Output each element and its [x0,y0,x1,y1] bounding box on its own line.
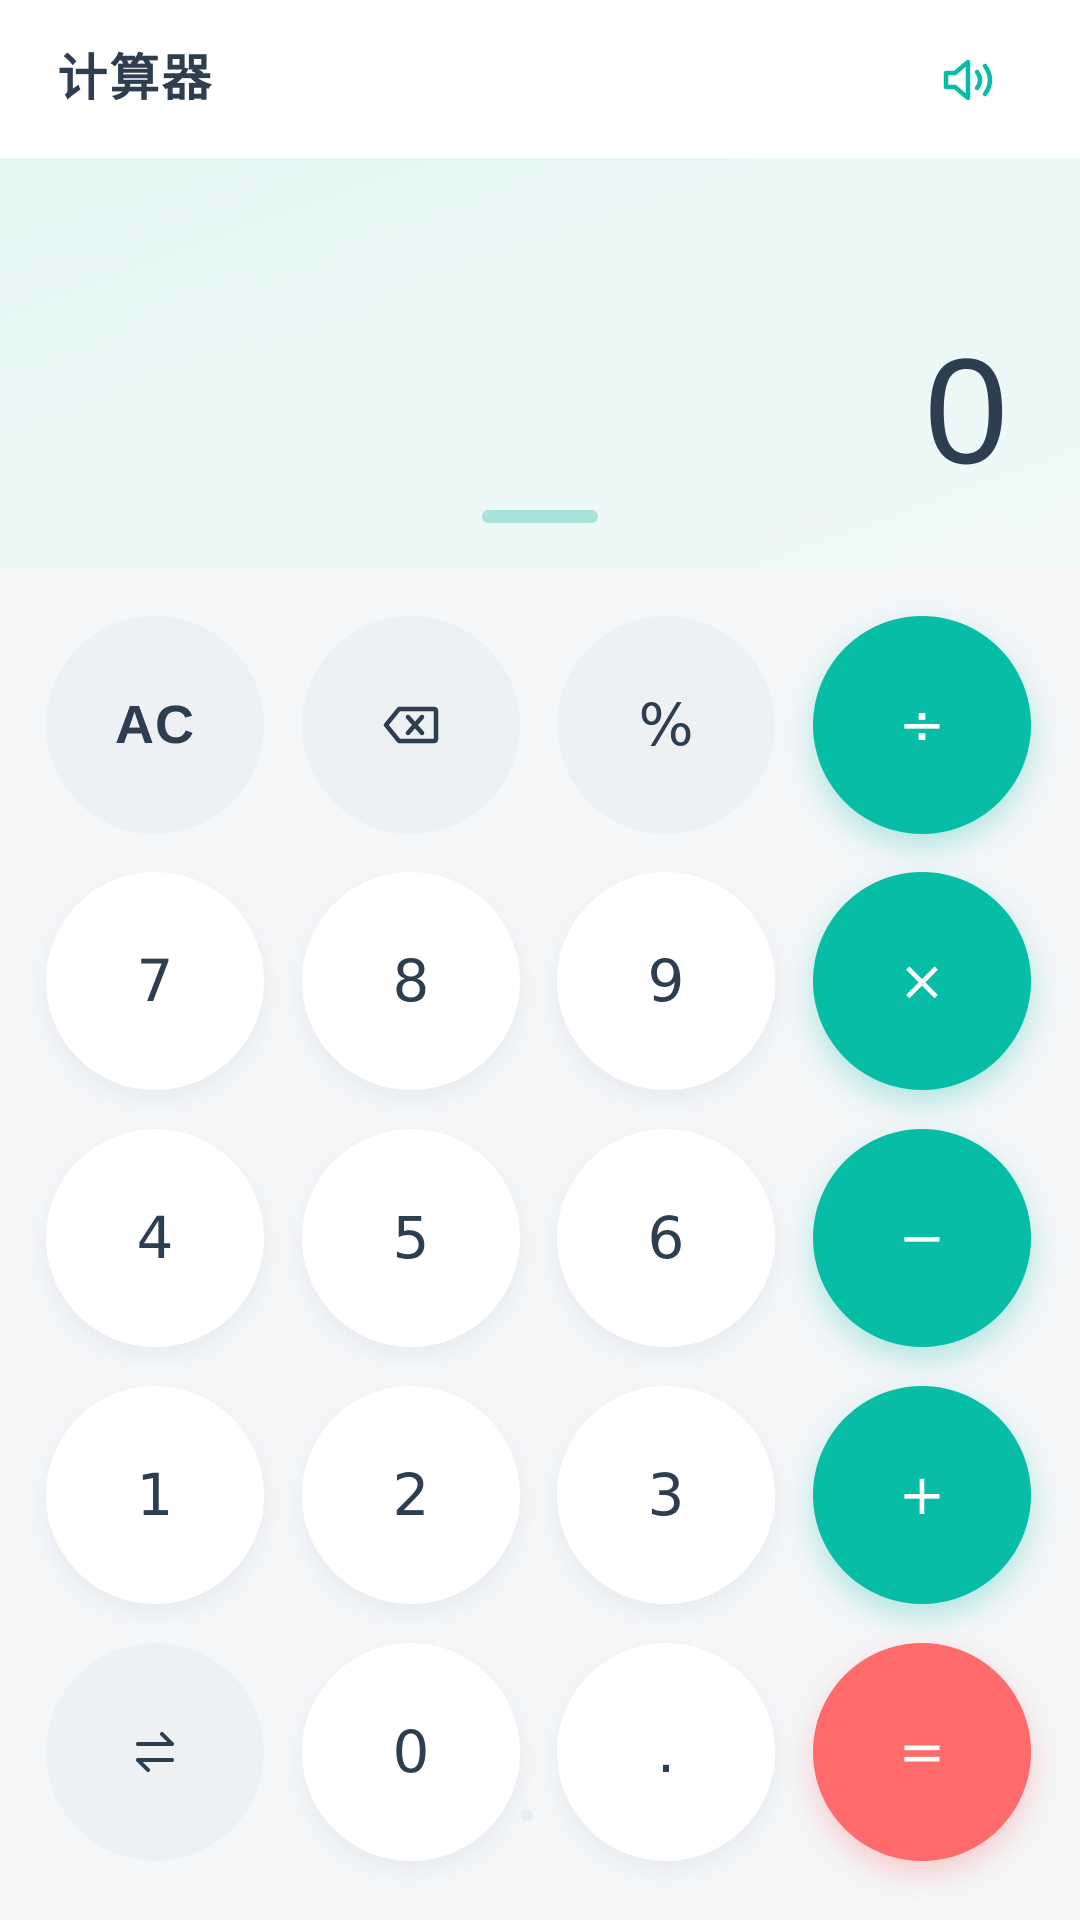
decimal-point-label: . [656,1718,676,1786]
display-value: 0 [924,327,1008,495]
percent-label: % [638,691,694,759]
add-button[interactable]: + [813,1386,1031,1604]
clear-label: AC [115,695,195,755]
decimal-point-button[interactable]: . [557,1643,775,1861]
sound-toggle-button[interactable] [930,44,1010,116]
result-display: 0 [0,158,1080,568]
digit-6-label: 6 [647,1204,685,1272]
swap-arrows-icon [136,1732,174,1772]
speaker-volume-icon [943,59,993,101]
subtract-button[interactable]: − [813,1129,1031,1347]
add-label: + [898,1462,946,1528]
clear-button[interactable]: AC [46,616,264,834]
digit-0-label: 0 [392,1718,430,1786]
digit-2-label: 2 [392,1461,430,1529]
digit-9-button[interactable]: 9 [557,872,775,1090]
backspace-button[interactable] [302,616,520,834]
divide-label: ÷ [898,692,946,758]
subtract-label: − [898,1205,946,1271]
digit-0-button[interactable]: 0 [302,1643,520,1861]
calculator-app: 计算器 0 AC % ÷ 7 8 9 × 4 5 6 − 1 2 3 + 0 .… [0,0,1080,1920]
digit-5-label: 5 [392,1204,430,1272]
digit-6-button[interactable]: 6 [557,1129,775,1347]
digit-9-label: 9 [647,947,685,1015]
digit-3-label: 3 [647,1461,685,1529]
digit-1-label: 1 [136,1461,174,1529]
digit-4-button[interactable]: 4 [46,1129,264,1347]
swap-mode-button[interactable] [46,1643,264,1861]
digit-1-button[interactable]: 1 [46,1386,264,1604]
backspace-icon [383,706,439,744]
equals-label: = [898,1719,946,1785]
percent-button[interactable]: % [557,616,775,834]
digit-7-label: 7 [136,947,174,1015]
multiply-label: × [898,948,946,1014]
digit-3-button[interactable]: 3 [557,1386,775,1604]
divide-button[interactable]: ÷ [813,616,1031,834]
equals-button[interactable]: = [813,1643,1031,1861]
digit-2-button[interactable]: 2 [302,1386,520,1604]
history-drag-handle[interactable] [482,510,598,523]
digit-8-label: 8 [392,947,430,1015]
app-header: 计算器 [0,0,1080,158]
page-title: 计算器 [58,49,214,107]
digit-4-label: 4 [136,1204,174,1272]
multiply-button[interactable]: × [813,872,1031,1090]
page-indicator-dot [521,1809,533,1821]
digit-5-button[interactable]: 5 [302,1129,520,1347]
digit-8-button[interactable]: 8 [302,872,520,1090]
digit-7-button[interactable]: 7 [46,872,264,1090]
keypad: AC % ÷ 7 8 9 × 4 5 6 − 1 2 3 + 0 . = [0,568,1080,1920]
